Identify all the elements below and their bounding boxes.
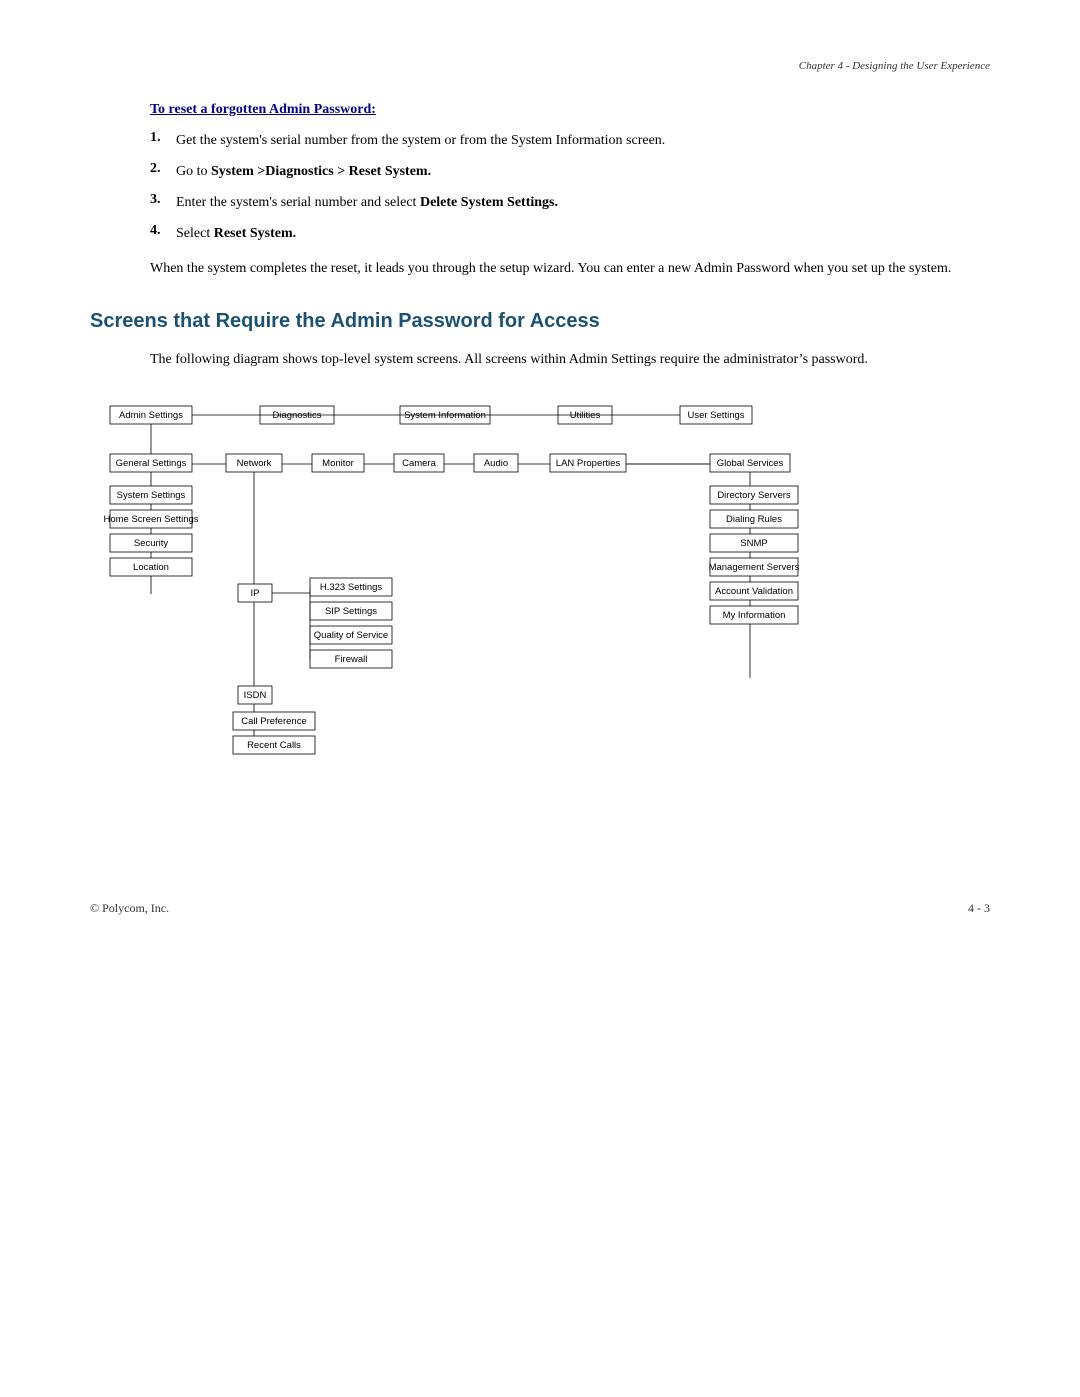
svg-text:System Settings: System Settings xyxy=(117,490,186,501)
svg-text:H.323 Settings: H.323 Settings xyxy=(320,582,383,593)
svg-text:Recent Calls: Recent Calls xyxy=(247,740,301,751)
svg-text:LAN Properties: LAN Properties xyxy=(556,458,621,469)
svg-text:Camera: Camera xyxy=(402,458,437,469)
step-num-4: 4. xyxy=(150,223,168,244)
step-text-4: Select Reset System. xyxy=(176,223,990,244)
svg-text:Monitor: Monitor xyxy=(322,458,354,469)
svg-text:Directory Servers: Directory Servers xyxy=(717,490,791,501)
diagram-intro: The following diagram shows top-level sy… xyxy=(150,349,990,371)
step-4: 4. Select Reset System. xyxy=(150,223,990,244)
svg-text:Diagnostics: Diagnostics xyxy=(272,410,321,421)
step-num-1: 1. xyxy=(150,130,168,151)
tree-diagram: Admin Settings Diagnostics System Inform… xyxy=(90,396,1010,876)
svg-text:User Settings: User Settings xyxy=(687,410,744,421)
section-title: Screens that Require the Admin Password … xyxy=(90,310,990,333)
svg-text:Call Preference: Call Preference xyxy=(241,716,306,727)
step-text-2: Go to System >Diagnostics > Reset System… xyxy=(176,161,990,182)
svg-text:Dialing Rules: Dialing Rules xyxy=(726,514,782,525)
chapter-header: Chapter 4 - Designing the User Experienc… xyxy=(90,60,990,72)
svg-text:Audio: Audio xyxy=(484,458,508,469)
reset-title: To reset a forgotten Admin Password: xyxy=(150,102,990,118)
svg-text:System Information: System Information xyxy=(404,410,486,421)
closing-para: When the system completes the reset, it … xyxy=(150,258,990,280)
diagram-container: Admin Settings Diagnostics System Inform… xyxy=(90,396,990,876)
step-num-3: 3. xyxy=(150,192,168,213)
svg-text:My Information: My Information xyxy=(723,610,786,621)
svg-text:Security: Security xyxy=(134,538,169,549)
step-2: 2. Go to System >Diagnostics > Reset Sys… xyxy=(150,161,990,182)
svg-text:IP: IP xyxy=(251,588,260,599)
footer: © Polycom, Inc. 4 - 3 xyxy=(90,901,990,916)
reset-section: To reset a forgotten Admin Password: 1. … xyxy=(150,102,990,280)
copyright: © Polycom, Inc. xyxy=(90,901,169,916)
chapter-text: Chapter 4 - Designing the User Experienc… xyxy=(799,60,990,72)
steps-list: 1. Get the system's serial number from t… xyxy=(150,130,990,244)
step-text-3: Enter the system's serial number and sel… xyxy=(176,192,990,213)
svg-text:Account Validation: Account Validation xyxy=(715,586,793,597)
page-number: 4 - 3 xyxy=(968,901,990,916)
svg-text:SIP Settings: SIP Settings xyxy=(325,606,377,617)
svg-text:Home Screen Settings: Home Screen Settings xyxy=(103,514,198,525)
svg-text:Firewall: Firewall xyxy=(335,654,368,665)
svg-text:General Settings: General Settings xyxy=(116,458,187,469)
step-1: 1. Get the system's serial number from t… xyxy=(150,130,990,151)
svg-text:SNMP: SNMP xyxy=(740,538,767,549)
step-3: 3. Enter the system's serial number and … xyxy=(150,192,990,213)
svg-text:Global Services: Global Services xyxy=(717,458,784,469)
step-text-1: Get the system's serial number from the … xyxy=(176,130,990,151)
svg-text:Utilities: Utilities xyxy=(570,410,601,421)
step-num-2: 2. xyxy=(150,161,168,182)
svg-text:Network: Network xyxy=(237,458,272,469)
svg-text:Location: Location xyxy=(133,562,169,573)
svg-text:Management Servers: Management Servers xyxy=(709,562,800,573)
svg-text:Quality of Service: Quality of Service xyxy=(314,630,388,641)
svg-text:ISDN: ISDN xyxy=(244,690,267,701)
svg-text:Admin Settings: Admin Settings xyxy=(119,410,183,421)
